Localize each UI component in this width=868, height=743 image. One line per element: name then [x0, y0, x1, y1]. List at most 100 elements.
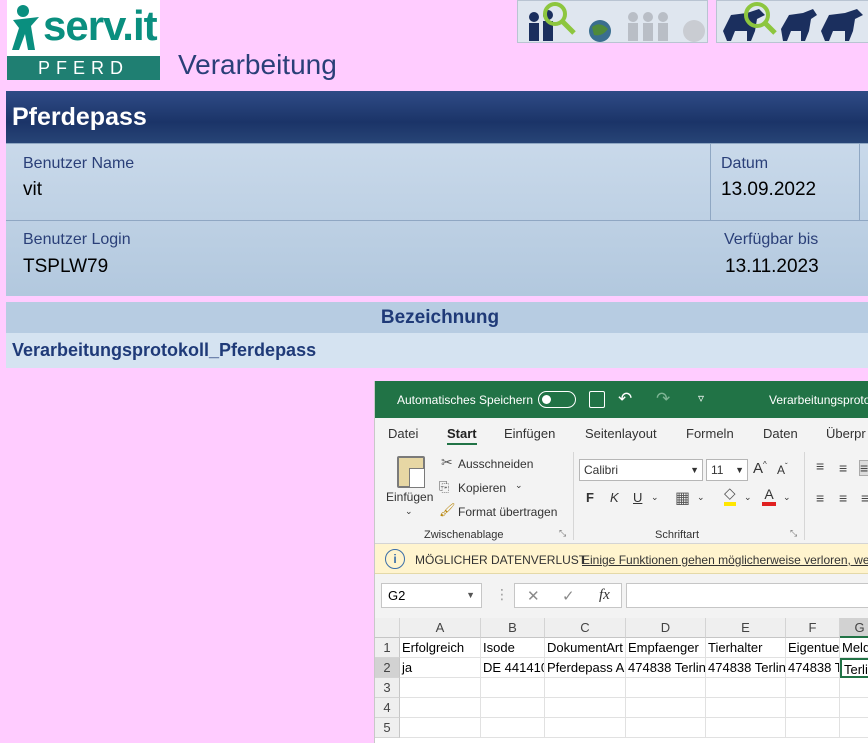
cell-b3[interactable] — [481, 678, 545, 698]
copy-dropdown-icon[interactable]: ⌄ — [515, 480, 523, 491]
cell-e1[interactable]: Tierhalter — [706, 638, 786, 658]
cell-f2[interactable]: 474838 Terlin — [786, 658, 840, 678]
undo-icon[interactable]: ↶ — [618, 389, 632, 409]
cell-c4[interactable] — [545, 698, 626, 718]
horse-search-toolbar[interactable] — [716, 0, 868, 43]
cell-f1[interactable]: Eigentuemer — [786, 638, 840, 658]
align-center-icon[interactable]: ≡ — [839, 490, 847, 506]
column-header[interactable]: C — [545, 618, 626, 638]
copy-button[interactable]: Kopieren — [458, 481, 506, 495]
align-middle-icon[interactable]: ≡ — [839, 460, 847, 476]
cell-c2[interactable]: Pferdepass A — [545, 658, 626, 678]
shrink-font-icon[interactable]: Aˇ — [777, 462, 788, 477]
insert-function-icon[interactable]: fx — [599, 587, 610, 604]
tab-daten[interactable]: Daten — [763, 426, 798, 441]
cell-g3[interactable] — [840, 678, 868, 698]
user-name-label: Benutzer Name — [23, 155, 135, 172]
cell-g5[interactable] — [840, 718, 868, 738]
cell-a1[interactable]: Erfolgreich — [400, 638, 481, 658]
cancel-icon[interactable]: ✕ — [527, 587, 540, 605]
enter-icon[interactable]: ✓ — [562, 587, 575, 605]
quick-access-more-icon[interactable]: ▿ — [698, 391, 704, 405]
tab-formeln[interactable]: Formeln — [686, 426, 734, 441]
column-header[interactable]: E — [706, 618, 786, 638]
row-header[interactable]: 1 — [375, 638, 400, 658]
font-size-select[interactable]: 11 ▼ — [706, 459, 748, 481]
save-icon[interactable] — [589, 391, 605, 408]
align-top-icon[interactable]: ≡ — [816, 458, 824, 474]
tab-datei[interactable]: Datei — [388, 426, 418, 441]
name-box[interactable]: G2 ▼ — [381, 583, 482, 608]
autosave-toggle[interactable] — [538, 391, 576, 408]
bold-button[interactable]: F — [586, 490, 594, 505]
borders-icon[interactable]: ▦ — [675, 488, 690, 508]
cell-b5[interactable] — [481, 718, 545, 738]
cell-b2[interactable]: DE 441410 — [481, 658, 545, 678]
formula-input[interactable] — [626, 583, 868, 608]
tab-einfuegen[interactable]: Einfügen — [504, 426, 555, 441]
underline-dropdown-icon[interactable]: ⌄ — [651, 492, 659, 503]
select-all-corner[interactable] — [375, 618, 400, 638]
cell-e4[interactable] — [706, 698, 786, 718]
cell-g1[interactable]: Meld — [840, 638, 868, 658]
cell-e2[interactable]: 474838 Terlin — [706, 658, 786, 678]
redo-icon[interactable]: ↷ — [656, 389, 670, 409]
cell-d5[interactable] — [626, 718, 706, 738]
cell-a5[interactable] — [400, 718, 481, 738]
clipboard-launcher-icon[interactable]: ⤡ — [559, 528, 566, 539]
cell-a2[interactable]: ja — [400, 658, 481, 678]
align-left-icon[interactable]: ≡ — [816, 490, 824, 506]
servit-logo: serv.it PFERD — [7, 0, 160, 80]
user-search-toolbar[interactable] — [517, 0, 708, 43]
borders-dropdown-icon[interactable]: ⌄ — [697, 492, 705, 503]
fill-color-dropdown-icon[interactable]: ⌄ — [744, 492, 752, 503]
cut-button[interactable]: Ausschneiden — [458, 457, 533, 471]
cell-g2-selected[interactable]: Terlin — [840, 658, 868, 678]
font-name-select[interactable]: Calibri ▼ — [579, 459, 703, 481]
column-header[interactable]: D — [626, 618, 706, 638]
cell-a4[interactable] — [400, 698, 481, 718]
font-color-dropdown-icon[interactable]: ⌄ — [783, 492, 791, 503]
cell-d1[interactable]: Empfaenger — [626, 638, 706, 658]
cell-f3[interactable] — [786, 678, 840, 698]
cell-e3[interactable] — [706, 678, 786, 698]
grow-font-icon[interactable]: A^ — [753, 460, 767, 477]
cell-f4[interactable] — [786, 698, 840, 718]
cell-c1[interactable]: DokumentArt — [545, 638, 626, 658]
row-header[interactable]: 3 — [375, 678, 400, 698]
row-header[interactable]: 5 — [375, 718, 400, 738]
cell-a3[interactable] — [400, 678, 481, 698]
font-launcher-icon[interactable]: ⤡ — [790, 528, 797, 539]
cell-b4[interactable] — [481, 698, 545, 718]
row-header[interactable]: 4 — [375, 698, 400, 718]
column-header[interactable]: B — [481, 618, 545, 638]
column-header[interactable]: A — [400, 618, 481, 638]
cell-c3[interactable] — [545, 678, 626, 698]
tab-start[interactable]: Start — [447, 426, 477, 445]
align-right-icon[interactable]: ≡ — [861, 490, 868, 506]
cell-d4[interactable] — [626, 698, 706, 718]
paste-icon[interactable] — [397, 456, 425, 488]
bezeichnung-value[interactable]: Verarbeitungsprotokoll_Pferdepass — [6, 333, 868, 368]
cell-g4[interactable] — [840, 698, 868, 718]
row-header-selected[interactable]: 2 — [375, 658, 400, 678]
cell-d3[interactable] — [626, 678, 706, 698]
warning-message[interactable]: Einige Funktionen gehen möglicherweise v… — [582, 553, 868, 567]
font-color-icon[interactable]: A — [762, 486, 776, 506]
italic-button[interactable]: K — [610, 490, 619, 505]
fill-color-icon[interactable]: ◇ — [724, 486, 736, 506]
column-header[interactable]: F — [786, 618, 840, 638]
cell-f5[interactable] — [786, 718, 840, 738]
tab-ueberpruefen[interactable]: Überpr — [826, 426, 866, 441]
column-header-selected[interactable]: G — [840, 618, 868, 638]
paste-dropdown-icon[interactable]: ⌄ — [405, 506, 413, 517]
tab-seitenlayout[interactable]: Seitenlayout — [585, 426, 657, 441]
underline-button[interactable]: U — [633, 490, 642, 505]
cell-e5[interactable] — [706, 718, 786, 738]
paste-button[interactable]: Einfügen — [386, 490, 433, 504]
format-painter-button[interactable]: Format übertragen — [458, 505, 557, 519]
cell-d2[interactable]: 474838 Terlin — [626, 658, 706, 678]
cell-c5[interactable] — [545, 718, 626, 738]
align-bottom-icon[interactable]: ≡ — [859, 460, 868, 476]
cell-b1[interactable]: Isode — [481, 638, 545, 658]
